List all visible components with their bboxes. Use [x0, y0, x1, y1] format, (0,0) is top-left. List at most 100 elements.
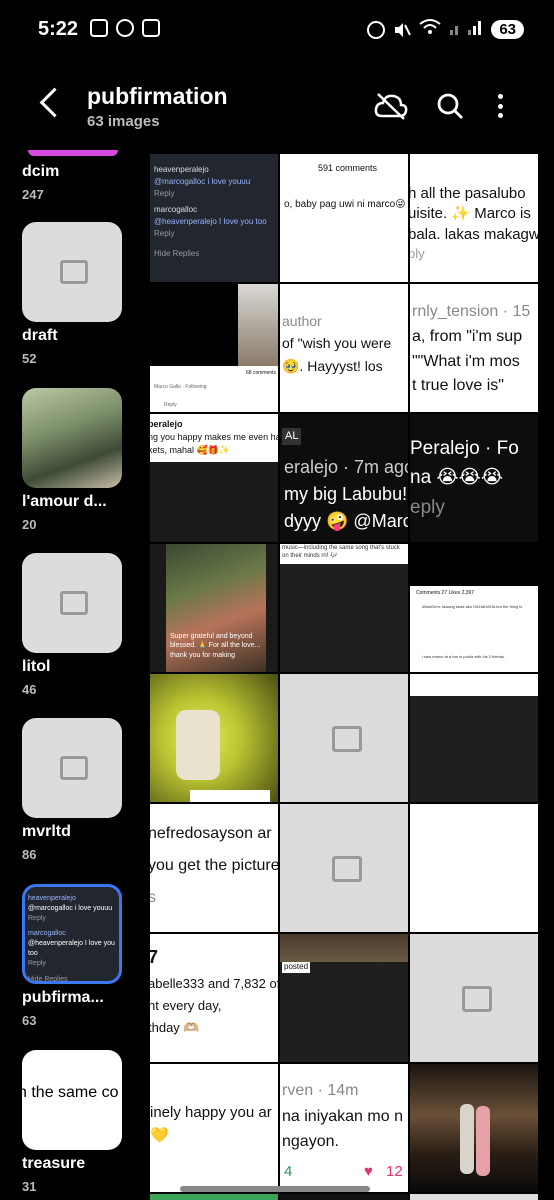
caption-text: eralejo · 7m ago my big Labubu! t dyyy 🤪… [284, 457, 408, 531]
album-count: 63 [22, 1013, 37, 1028]
placeholder-image-icon [22, 718, 122, 818]
scroll-indicator[interactable] [180, 1186, 370, 1192]
comment-text: i saw marco at a bar in pobla with his 2… [422, 654, 506, 659]
comments-tabs: Comments 27 Likes 2,397 [416, 590, 475, 596]
person-figure [476, 1106, 490, 1176]
reply-link: Reply [164, 402, 177, 408]
search-icon[interactable] [436, 92, 464, 120]
status-system-icons: 63 [367, 18, 524, 41]
grid-image[interactable]: 68 comments Marco Gallo · Following Repl… [150, 284, 278, 412]
photo-strip [280, 934, 408, 962]
grid-image[interactable]: inely happy you ar 💛 [150, 1064, 278, 1192]
image-grid[interactable]: heavenperalejo @marcogalloc i love youuu… [150, 154, 540, 1200]
grid-image[interactable]: posted [280, 934, 408, 1062]
album-name: l'amour d... [22, 493, 107, 510]
caption-text: author of "wish you were 🥹. Hayyyst! los [282, 313, 392, 374]
caption-text: music—including the same song that's stu… [282, 545, 400, 559]
comments-count: 591 comments [318, 163, 378, 173]
messenger-icon [116, 19, 134, 37]
grid-image[interactable]: author of "wish you were 🥹. Hayyyst! los [280, 284, 408, 412]
mute-icon [393, 21, 412, 39]
tag-label: AL [282, 428, 302, 445]
grid-image[interactable]: rnly_tension · 15 a, from "i'm sup ""Wha… [410, 284, 538, 412]
grid-image[interactable]: rven · 14m na iniyakan mo n ngayon. 4 ♥ … [280, 1064, 408, 1192]
placeholder-image-icon[interactable] [410, 934, 538, 1062]
posted-label: posted [282, 962, 311, 973]
album-name: mvrltd [22, 823, 71, 840]
instagram-icon [142, 19, 160, 37]
more-options-icon[interactable] [490, 92, 510, 120]
preview-user: heavenperalejo [28, 895, 76, 902]
grid-image[interactable]: Comments 27 Likes 2,397 #MarGem: tawang … [410, 544, 538, 672]
album-treasure[interactable]: h the same co treasure 31 [22, 1050, 122, 1194]
album-count: 247 [22, 187, 44, 202]
image-count: 63 images [87, 113, 160, 130]
caption-text: rnly_tension · 15 a, from "i'm sup ""Wha… [412, 303, 531, 395]
status-notification-icons [90, 19, 160, 37]
grid-image[interactable]: 7 abelle333 and 7,832 of nt every day, t… [150, 934, 278, 1062]
album-draft[interactable]: draft 52 [22, 222, 122, 366]
caption-text: nefredosayson ar you get the picture s [150, 825, 278, 906]
album-thumb-partial [28, 150, 118, 156]
like-count: 12 [386, 1163, 403, 1180]
album-count: 20 [22, 517, 37, 532]
back-button[interactable] [36, 84, 66, 124]
preview-text: @heavenperalejo I love you too [28, 940, 115, 957]
comment-text: o, baby pag uwi ni marco😜 [284, 199, 406, 210]
album-lamour[interactable]: l'amour d... 20 [22, 388, 122, 532]
grid-image[interactable]: h all the pasalubo uisite. ✨ Marco is ba… [410, 154, 538, 282]
grid-image[interactable]: 591 comments o, baby pag uwi ni marco😜 [280, 154, 408, 282]
album-name: dcim [22, 163, 60, 180]
album-count: 86 [22, 847, 37, 862]
grid-image[interactable]: AL eralejo · 7m ago my big Labubu! t dyy… [280, 414, 408, 542]
caption-text: Peralejo · Fo na 😭😭😭 eply [410, 438, 519, 518]
album-thumbnail: heavenperalejo @marcogalloc i love youuu… [22, 884, 122, 984]
grid-image[interactable] [410, 1064, 538, 1192]
caption-text: 7 abelle333 and 7,832 of nt every day, t… [150, 947, 278, 1035]
placeholder-image-icon [22, 222, 122, 322]
white-label [190, 790, 270, 802]
album-name: draft [22, 327, 58, 344]
grid-image[interactable]: peralejo ng you happy makes me even ha k… [150, 414, 278, 542]
album-count: 31 [22, 1179, 37, 1194]
placeholder-image-icon [22, 553, 122, 653]
grid-image[interactable]: heavenperalejo @marcogalloc i love youuu… [150, 154, 278, 282]
preview-hide: Hide Replies [28, 975, 68, 983]
caption-text: h all the pasalubo uisite. ✨ Marco is ba… [410, 185, 538, 261]
album-count: 52 [22, 351, 37, 366]
grid-image[interactable]: music—including the same song that's stu… [280, 544, 408, 672]
comments-count: 68 comments [246, 370, 277, 376]
retweet-count: 4 [284, 1163, 293, 1180]
dnd-icon [367, 20, 386, 39]
screenshot-icon [90, 19, 108, 37]
app-header: pubfirmation 63 images [0, 70, 554, 140]
album-mvrltd[interactable]: mvrltd 86 [22, 718, 122, 862]
person-figure [460, 1104, 474, 1174]
album-thumbnail [22, 388, 122, 488]
wifi-icon [419, 18, 441, 41]
grid-image[interactable] [150, 674, 278, 802]
album-pubfirmation[interactable]: heavenperalejo @marcogalloc i love youuu… [22, 884, 122, 1028]
commenter-name: Marco Gallo · Following [154, 384, 207, 390]
caption-text: rven · 14m na iniyakan mo n ngayon. [282, 1082, 403, 1151]
grid-image[interactable] [410, 674, 538, 802]
video-frame [150, 284, 238, 366]
grid-image[interactable] [410, 804, 538, 932]
placeholder-image-icon[interactable] [280, 804, 408, 932]
cloud-off-icon[interactable] [374, 92, 408, 120]
album-name: litol [22, 658, 51, 675]
placeholder-image-icon[interactable] [280, 674, 408, 802]
grid-image[interactable]: nefredosayson ar you get the picture s [150, 804, 278, 932]
grid-image[interactable]: Peralejo · Fo na 😭😭😭 eply [410, 414, 538, 542]
grid-image[interactable] [150, 1194, 278, 1200]
grid-image[interactable]: Super grateful and beyond blessed. 🙏 For… [150, 544, 278, 672]
album-litol[interactable]: litol 46 [22, 553, 122, 697]
grid-image[interactable] [410, 1194, 538, 1200]
grid-image[interactable] [280, 1194, 408, 1200]
comment-block: heavenperalejo @marcogalloc i love youuu… [154, 165, 267, 258]
album-dcim[interactable]: dcim 247 [22, 158, 122, 202]
preview-text: @marcogalloc i love youuu [28, 904, 113, 912]
heart-icon: ♥ [364, 1163, 373, 1180]
caption-text: peralejo ng you happy makes me even ha k… [150, 419, 278, 456]
album-sidebar[interactable]: dcim 247 draft 52 l'amour d... 20 litol … [0, 150, 140, 1200]
